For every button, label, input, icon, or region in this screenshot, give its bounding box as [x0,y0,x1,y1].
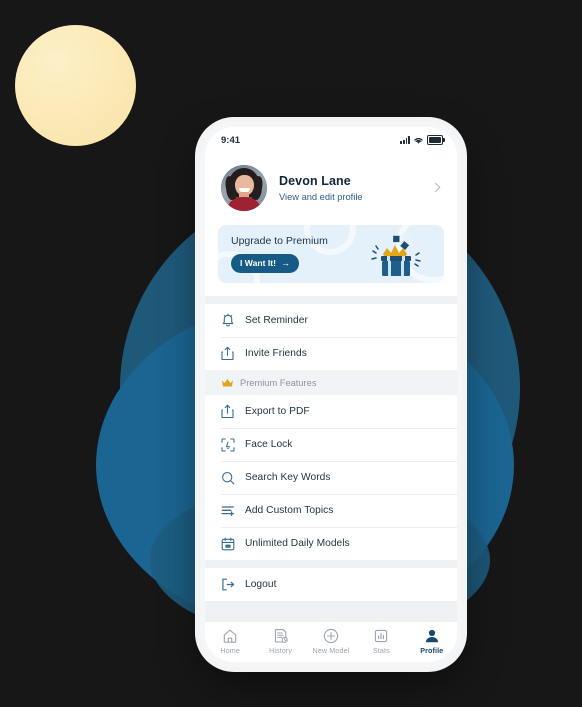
upgrade-premium-banner[interactable]: Upgrade to Premium I Want It! → [218,225,444,283]
menu-item-export-to-pdf[interactable]: Export to PDF [205,395,457,428]
calendar-icon [221,537,245,551]
cellular-signal-icon [400,136,410,144]
menu-item-face-lock[interactable]: Face Lock [205,428,457,461]
bell-reminder-icon [221,313,245,328]
footer-menu-list: Logout [205,568,457,601]
page-title: Devon Lane [279,174,351,189]
bottom-tab-bar: Home History New Model Stats Profile [205,621,457,662]
tab-new-model[interactable]: New Model [307,628,355,655]
list-add-icon [221,504,245,517]
menu-item-label: Add Custom Topics [245,505,334,516]
profile-subtitle-link[interactable]: View and edit profile [279,192,417,202]
chevron-right-icon[interactable] [429,181,443,195]
premium-banner-wrapper: Upgrade to Premium I Want It! → [205,225,457,296]
wifi-icon [414,137,423,144]
menu-item-label: Set Reminder [245,315,308,326]
logout-icon [221,578,245,591]
gift-box-crown-illustration [371,232,421,276]
stats-chart-icon [375,629,388,642]
primary-menu-list: Set Reminder Invite Friends [205,304,457,370]
tab-label: Home [220,645,240,655]
menu-item-invite-friends[interactable]: Invite Friends [205,337,457,370]
content-filler [205,601,457,621]
search-icon [221,471,245,485]
yellow-circle-decoration [15,25,136,146]
section-gap [205,296,457,304]
crown-icon [222,378,233,386]
menu-item-add-custom-topics[interactable]: Add Custom Topics [205,494,457,527]
premium-menu-list: Export to PDF Face Lock Search Key Words… [205,395,457,560]
menu-item-label: Logout [245,579,277,590]
plus-circle-icon [323,628,339,643]
arrow-right-icon: → [280,257,290,268]
menu-item-label: Invite Friends [245,348,307,359]
screen-content: Devon Lane View and edit profile Upgrade… [205,153,457,662]
tab-profile[interactable]: Profile [408,628,456,655]
status-bar: 9:41 [205,127,457,153]
menu-item-label: Face Lock [245,439,293,450]
tab-history[interactable]: History [257,628,305,655]
home-icon [223,629,237,643]
premium-features-section-header: Premium Features [205,370,457,395]
profile-header-row[interactable]: Devon Lane View and edit profile [205,153,457,225]
phone-mockup-frame: 9:41 Devon Lane View and edit profile Up… [200,122,462,667]
tab-home[interactable]: Home [206,628,254,655]
phone-screen: 9:41 Devon Lane View and edit profile Up… [205,127,457,662]
status-bar-time: 9:41 [221,134,241,146]
menu-item-label: Unlimited Daily Models [245,538,350,549]
cta-label: I Want It! [240,258,276,269]
share-upload-icon [221,346,245,361]
face-lock-icon [221,437,245,452]
profile-name-block: Devon Lane View and edit profile [279,174,417,202]
menu-item-unlimited-daily-models[interactable]: Unlimited Daily Models [205,527,457,560]
banner-text-block: Upgrade to Premium I Want It! → [218,235,328,273]
profile-person-icon [425,629,438,642]
avatar [221,165,267,211]
tab-label: Stats [372,645,390,655]
history-document-icon [274,628,288,643]
menu-item-search-key-words[interactable]: Search Key Words [205,461,457,494]
tab-stats[interactable]: Stats [357,628,405,655]
i-want-it-button[interactable]: I Want It! → [231,253,299,273]
section-gap [205,560,457,568]
menu-item-set-reminder[interactable]: Set Reminder [205,304,457,337]
tab-label: New Model [312,645,350,655]
battery-icon [427,135,445,145]
menu-item-logout[interactable]: Logout [205,568,457,601]
tab-label: History [269,645,293,655]
share-upload-icon [221,404,245,419]
menu-item-label: Search Key Words [245,472,331,483]
tab-label: Profile [420,645,444,655]
menu-item-label: Export to PDF [245,406,310,417]
section-header-label: Premium Features [240,377,317,388]
banner-title: Upgrade to Premium [231,235,328,248]
status-bar-indicators [400,135,445,145]
